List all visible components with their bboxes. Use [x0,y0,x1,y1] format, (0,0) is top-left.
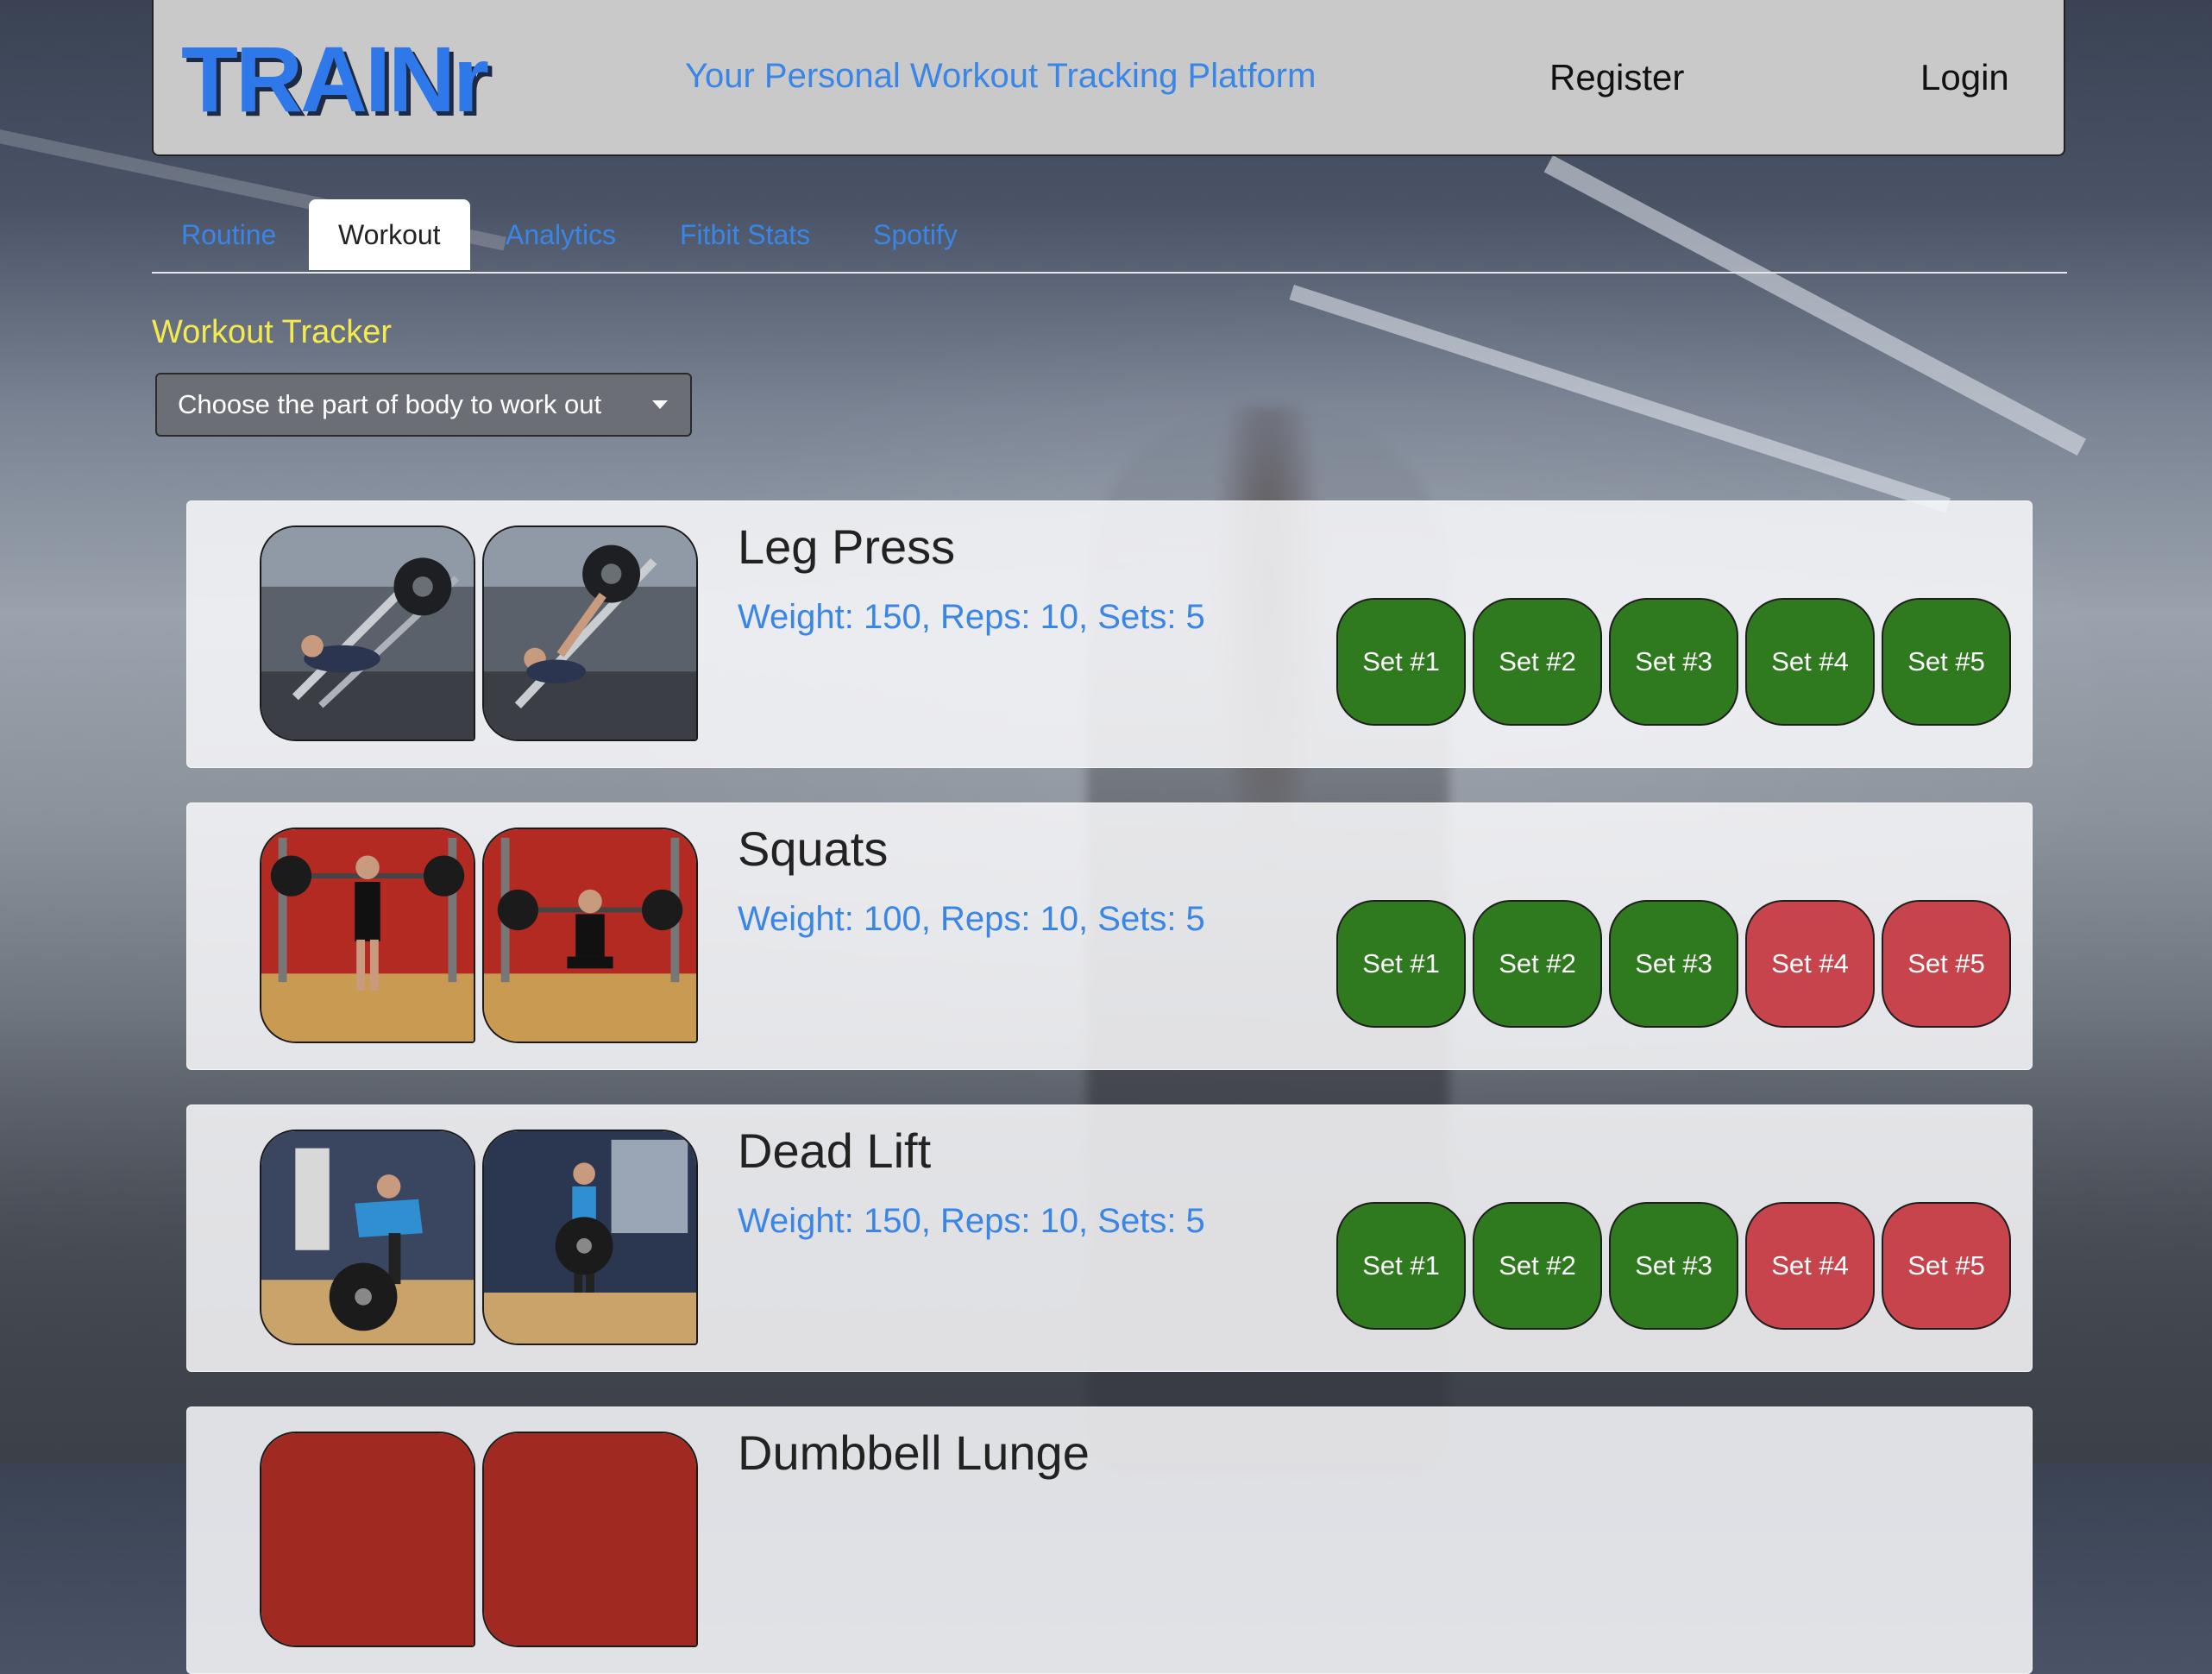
register-link[interactable]: Register [1549,57,1684,98]
brand-logo[interactable]: TRAINr [181,33,489,126]
set-button-3[interactable]: Set #3 [1609,900,1738,1028]
login-link[interactable]: Login [1920,57,2009,98]
exercise-image [260,1130,475,1345]
exercise-image [260,525,475,741]
set-button-1[interactable]: Set #1 [1336,900,1466,1028]
exercise-card: Dumbbell Lunge [186,1407,2033,1674]
exercise-image [482,525,698,741]
exercise-detail: Weight: 150, Reps: 10, Sets: 5 [738,598,1205,636]
exercise-image [482,1432,698,1647]
body-part-dropdown[interactable]: Choose the part of body to work out [155,373,692,437]
exercise-image [260,828,475,1043]
exercise-name: Dead Lift [738,1123,932,1178]
tab-workout[interactable]: Workout [309,199,470,270]
set-button-4[interactable]: Set #4 [1745,1202,1875,1330]
set-button-5[interactable]: Set #5 [1882,900,2011,1028]
dropdown-label: Choose the part of body to work out [178,389,602,419]
exercise-image [482,1130,698,1345]
set-button-3[interactable]: Set #3 [1609,1202,1738,1330]
exercise-card: Dead Lift Weight: 150, Reps: 10, Sets: 5… [186,1104,2033,1372]
exercise-name: Dumbbell Lunge [738,1425,1090,1480]
workout-tracker-title: Workout Tracker [152,314,393,350]
exercise-detail: Weight: 100, Reps: 10, Sets: 5 [738,900,1205,938]
tab-spotify[interactable]: Spotify [873,199,958,270]
top-navbar: TRAINr Your Personal Workout Tracking Pl… [152,0,2065,156]
exercise-name: Squats [738,821,889,876]
exercise-card: Leg Press Weight: 150, Reps: 10, Sets: 5… [186,500,2033,768]
exercise-card: Squats Weight: 100, Reps: 10, Sets: 5 Se… [186,802,2033,1070]
tab-fitbit-stats[interactable]: Fitbit Stats [680,199,810,270]
set-button-4[interactable]: Set #4 [1745,900,1875,1028]
set-button-5[interactable]: Set #5 [1882,598,2011,726]
tagline: Your Personal Workout Tracking Platform [685,57,1317,95]
exercise-image [482,828,698,1043]
caret-down-icon [652,400,668,409]
set-button-2[interactable]: Set #2 [1473,598,1602,726]
set-button-2[interactable]: Set #2 [1473,900,1602,1028]
tab-analytics[interactable]: Analytics [506,199,616,270]
exercise-detail: Weight: 150, Reps: 10, Sets: 5 [738,1202,1205,1240]
set-button-1[interactable]: Set #1 [1336,1202,1466,1330]
exercise-name: Leg Press [738,519,956,574]
set-button-2[interactable]: Set #2 [1473,1202,1602,1330]
set-button-1[interactable]: Set #1 [1336,598,1466,726]
tab-routine[interactable]: Routine [181,199,276,270]
tab-bar: Routine Workout Analytics Fitbit Stats S… [152,199,2067,274]
set-button-5[interactable]: Set #5 [1882,1202,2011,1330]
set-button-3[interactable]: Set #3 [1609,598,1738,726]
exercise-image [260,1432,475,1647]
set-button-4[interactable]: Set #4 [1745,598,1875,726]
